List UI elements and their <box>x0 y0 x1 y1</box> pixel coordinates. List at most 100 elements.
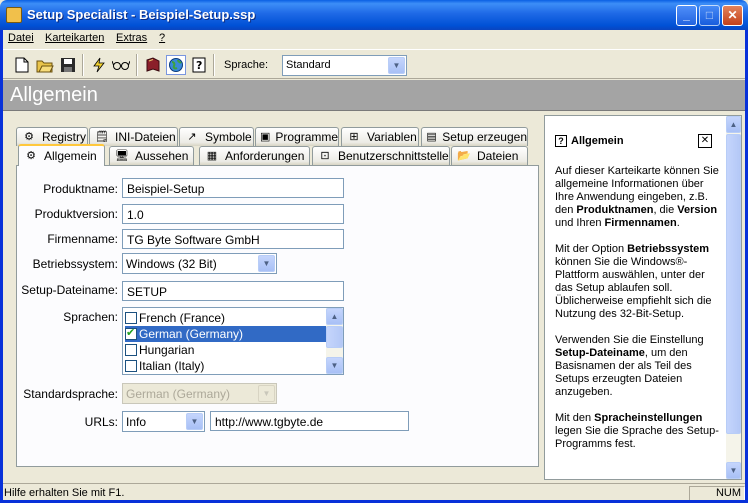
tab-label: Aussehen <box>135 149 189 163</box>
product-version-label: Produktversion: <box>34 207 118 221</box>
svg-text:?: ? <box>196 59 202 72</box>
ui-window-icon: ⊡ <box>320 150 330 162</box>
tab-aussehen[interactable]: 🖥 Aussehen <box>109 146 194 165</box>
tab-dateien[interactable]: 📂 Dateien <box>451 146 528 165</box>
product-name-field[interactable]: Beispiel-Setup <box>122 178 344 198</box>
title-bar[interactable]: Setup Specialist - Beispiel-Setup.ssp _ … <box>0 0 748 30</box>
tab-label: Programme <box>275 130 339 144</box>
language-select-value: Standard <box>286 59 331 71</box>
new-file-icon[interactable] <box>12 55 32 75</box>
globe-icon[interactable] <box>166 55 186 75</box>
toolbar-separator <box>213 54 215 76</box>
default-language-value: German (Germany) <box>126 387 231 401</box>
chevron-down-icon: ▼ <box>258 385 275 402</box>
help-panel: ? Allgemein ✕ Auf dieser Karteikarte kön… <box>544 115 742 480</box>
chevron-down-icon[interactable]: ▼ <box>388 57 405 74</box>
url-type-select[interactable]: Info ▼ <box>122 411 205 432</box>
build-lightning-icon[interactable] <box>89 55 109 75</box>
language-checkbox[interactable] <box>125 360 137 372</box>
shortcut-icon: ↗ <box>187 131 197 143</box>
minimize-button[interactable]: _ <box>676 5 697 26</box>
tab-variablen[interactable]: ⊞ Variablen <box>341 127 419 146</box>
language-label: Hungarian <box>139 343 195 357</box>
maximize-button[interactable]: □ <box>699 5 720 26</box>
language-select[interactable]: Standard ▼ <box>282 55 407 76</box>
help-paragraph: Mit den Spracheinstellungen legen Sie di… <box>555 412 719 450</box>
status-text: Hilfe erhalten Sie mit F1. <box>4 487 125 499</box>
url-type-value: Info <box>126 415 147 429</box>
list-item[interactable]: French (France) <box>125 310 326 326</box>
scroll-down-icon[interactable]: ▼ <box>726 462 741 479</box>
urls-label: URLs: <box>84 415 118 429</box>
close-button[interactable]: ✕ <box>722 5 743 26</box>
menu-datei[interactable]: Datei <box>8 32 34 44</box>
tab-symbole[interactable]: ↗ Symbole <box>179 127 254 146</box>
default-language-label: Standardsprache: <box>23 387 118 401</box>
help-scrollbar[interactable]: ▲ ▼ <box>726 116 741 479</box>
help-title: ? Allgemein <box>555 135 624 147</box>
language-label: Italian (Italy) <box>139 359 205 373</box>
setup-filename-field[interactable]: SETUP <box>122 281 344 301</box>
scroll-up-icon[interactable]: ▲ <box>326 308 343 325</box>
language-label: French (France) <box>139 311 226 325</box>
open-folder-icon[interactable] <box>35 55 55 75</box>
tab-allgemein[interactable]: ⚙ Allgemein <box>18 144 105 166</box>
os-select-value: Windows (32 Bit) <box>126 257 217 271</box>
company-name-label: Firmenname: <box>47 232 118 246</box>
menu-karteikarten[interactable]: Karteikarten <box>45 32 104 44</box>
languages-listbox[interactable]: French (France) German (Germany) Hungari… <box>122 307 344 375</box>
toolbar: ? Sprache: Standard ▼ <box>0 49 748 79</box>
help-question-icon: ? <box>555 135 567 147</box>
test-glasses-icon[interactable] <box>111 55 131 75</box>
tab-label: INI-Dateien <box>115 130 176 144</box>
page-title: Allgemein <box>10 84 98 106</box>
help-close-icon[interactable]: ✕ <box>698 134 712 148</box>
company-name-field[interactable]: TG Byte Software GmbH <box>122 229 344 249</box>
help-paragraph: Mit der Option Betriebssystem können Sie… <box>555 243 712 320</box>
scroll-down-icon[interactable]: ▼ <box>326 357 343 374</box>
scroll-thumb[interactable] <box>326 326 343 348</box>
menu-help[interactable]: ? <box>159 32 165 44</box>
tab-benutzerschnittstelle[interactable]: ⊡ Benutzerschnittstelle <box>312 146 450 165</box>
url-field[interactable]: http://www.tgbyte.de <box>210 411 409 431</box>
list-item[interactable]: German (Germany) <box>125 326 326 342</box>
language-checkbox[interactable] <box>125 344 137 356</box>
help-paragraph: Auf dieser Karteikarte können Sie allgem… <box>555 165 719 229</box>
page-header: Allgemein <box>0 80 748 111</box>
status-bar: Hilfe erhalten Sie mit F1. NUM <box>0 483 748 503</box>
product-version-field[interactable]: 1.0 <box>122 204 344 224</box>
help-text: Auf dieser Karteikarte können Sie allgem… <box>555 165 723 464</box>
save-disk-icon[interactable] <box>58 55 78 75</box>
language-checkbox[interactable] <box>125 312 137 324</box>
os-label: Betriebssystem: <box>32 257 118 271</box>
program-icon: ▣ <box>260 131 271 143</box>
chevron-down-icon[interactable]: ▼ <box>258 255 275 272</box>
list-item[interactable]: Italian (Italy) <box>125 358 326 374</box>
tab-setup-erzeugen[interactable]: ▤ Setup erzeugen <box>421 127 528 146</box>
language-label: Sprache: <box>224 59 269 71</box>
tab-programme[interactable]: ▣ Programme <box>255 127 339 146</box>
help-question-icon[interactable]: ? <box>189 55 209 75</box>
language-label: German (Germany) <box>139 327 244 341</box>
tab-label: Benutzerschnittstelle <box>338 149 449 163</box>
chevron-down-icon[interactable]: ▼ <box>186 413 203 430</box>
tab-label: Variablen <box>367 130 417 144</box>
languages-scrollbar[interactable]: ▲ ▼ <box>326 308 343 374</box>
menu-extras[interactable]: Extras <box>116 32 147 44</box>
tab-anforderungen[interactable]: ▦ Anforderungen <box>199 146 310 165</box>
help-title-text: Allgemein <box>571 135 624 147</box>
scroll-thumb[interactable] <box>726 134 741 434</box>
app-icon <box>6 7 22 23</box>
tab-label: Anforderungen <box>225 149 305 163</box>
toolbar-separator <box>82 54 84 76</box>
list-item[interactable]: Hungarian <box>125 342 326 358</box>
book-icon[interactable] <box>143 55 163 75</box>
help-paragraph: Verwenden Sie die Einstellung Setup-Date… <box>555 334 704 398</box>
tab-label: Allgemein <box>44 149 97 163</box>
menu-bar: Datei Karteikarten Extras ? <box>0 30 748 48</box>
tab-label: Setup erzeugen <box>442 130 527 144</box>
general-settings-icon: ⚙ <box>26 150 36 162</box>
language-checkbox[interactable] <box>125 326 137 340</box>
os-select[interactable]: Windows (32 Bit) ▼ <box>122 253 277 274</box>
scroll-up-icon[interactable]: ▲ <box>726 116 741 133</box>
